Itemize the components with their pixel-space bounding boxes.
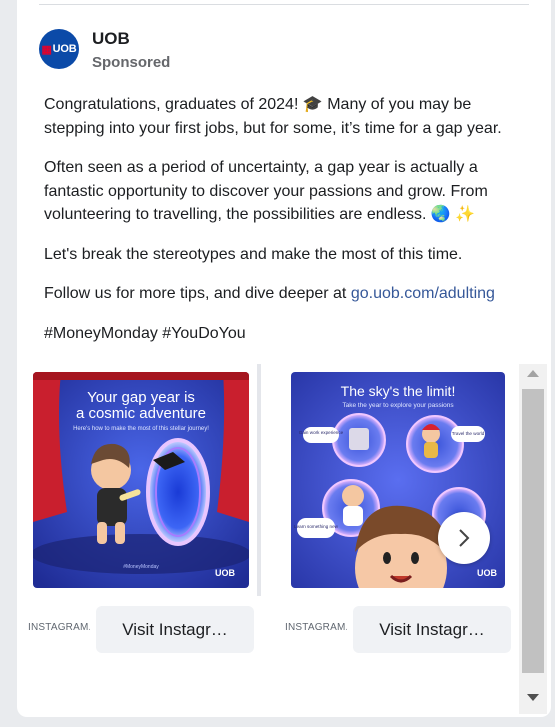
scrollbar-thumb[interactable] [522, 389, 544, 673]
card2-visit-button[interactable]: Visit Instagr… [353, 606, 511, 653]
bubble-travel: Travel the world [452, 431, 485, 436]
card2-source[interactable]: INSTAGRAM.COM [285, 622, 347, 633]
scroll-down-arrow-icon[interactable] [527, 694, 539, 701]
carousel-next-button[interactable] [438, 512, 490, 564]
card1-hashtag: #MoneyMonday [123, 564, 159, 570]
sponsored-label[interactable]: Sponsored [92, 54, 170, 71]
top-divider [39, 4, 529, 5]
card1-visit-button[interactable]: Visit Instagr… [96, 606, 254, 653]
card1-subtitle: Here's how to make the most of this stel… [73, 426, 209, 432]
sponsored-post-card: ▦ UOB UOB Sponsored Congratulations, grad… [17, 0, 551, 717]
uob-logo-mark-icon: ▦ [41, 43, 52, 56]
card2-subtitle: Take the year to explore your passions [342, 402, 454, 409]
adulting-link[interactable]: go.uob.com/adulting [351, 285, 495, 302]
carousel: Your gap year is a cosmic adventure Here… [17, 364, 551, 664]
avatar-text: UOB [52, 43, 77, 55]
gap-year-illustration: Your gap year is a cosmic adventure Here… [33, 372, 249, 588]
post-paragraph-4-text: Follow us for more tips, and dive deeper… [44, 285, 351, 302]
card1-source[interactable]: INSTAGRAM.COM [28, 622, 90, 633]
page-avatar[interactable]: ▦ UOB [39, 29, 79, 69]
post-paragraph-3: Let's break the stereotypes and make the… [44, 245, 463, 263]
page-name[interactable]: UOB [92, 29, 130, 49]
carousel-image-1[interactable]: Your gap year is a cosmic adventure Here… [33, 372, 249, 588]
chevron-right-icon [459, 529, 470, 547]
bubble-learn: Learn something new [294, 524, 339, 529]
card-divider [257, 364, 261, 596]
card2-title: The sky's the limit! [341, 383, 456, 399]
post-paragraph-4: Follow us for more tips, and dive deeper… [44, 282, 514, 306]
scrollbar[interactable] [519, 364, 547, 714]
carousel-card-2[interactable]: The sky's the limit! Take the year to ex… [277, 364, 511, 654]
card1-title-line2: a cosmic adventure [76, 405, 206, 422]
scroll-up-arrow-icon[interactable] [527, 370, 539, 377]
bubble-work-experience: Gain work experience [299, 430, 344, 435]
card2-brand: UOB [477, 568, 498, 578]
carousel-card-1[interactable]: Your gap year is a cosmic adventure Here… [17, 364, 261, 654]
card1-title-line1: Your gap year is [87, 389, 195, 406]
post-paragraph-2: Often seen as a period of uncertainty, a… [44, 159, 488, 223]
post-hashtags: #MoneyMonday #YouDoYou [44, 324, 246, 342]
card1-brand: UOB [215, 568, 236, 578]
post-text: Congratulations, graduates of 2024! 🎓 Ma… [44, 93, 514, 361]
post-paragraph-1: Congratulations, graduates of 2024! 🎓 Ma… [44, 96, 502, 137]
